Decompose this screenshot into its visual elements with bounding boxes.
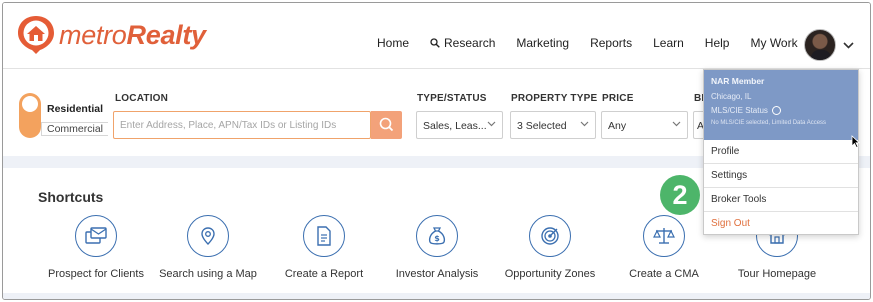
type-status-label: TYPE/STATUS — [417, 93, 487, 104]
brand-logo[interactable]: metroRealty — [17, 15, 206, 55]
price-label: PRICE — [602, 93, 634, 104]
svg-text:$: $ — [434, 234, 440, 243]
nav-learn[interactable]: Learn — [653, 36, 684, 50]
shortcut-label: Create a CMA — [629, 268, 699, 280]
map-pin-search-icon — [187, 215, 229, 257]
search-icon — [430, 38, 440, 48]
section-divider — [3, 293, 870, 299]
shortcut-label: Opportunity Zones — [504, 268, 596, 280]
mail-card-icon — [75, 215, 117, 257]
shortcut-label: Tour Homepage — [737, 268, 817, 280]
user-location: Chicago, IL — [711, 92, 752, 101]
mls-note: No MLS/CIE selected, Limited Data Access — [711, 120, 827, 126]
avatar[interactable] — [804, 29, 836, 61]
menu-item-broker-tools[interactable]: Broker Tools — [704, 188, 858, 212]
nav-marketing[interactable]: Marketing — [516, 36, 569, 50]
menu-item-sign-out[interactable]: Sign Out — [704, 212, 858, 236]
chevron-down-icon — [843, 41, 854, 49]
chevron-down-icon — [580, 121, 589, 127]
menu-item-settings[interactable]: Settings — [704, 164, 858, 188]
shortcut-label: Create a Report — [284, 268, 364, 280]
nav-research[interactable]: Research — [430, 36, 495, 50]
menu-item-profile[interactable]: Profile — [704, 140, 858, 164]
nav-reports[interactable]: Reports — [590, 36, 632, 50]
target-icon — [529, 215, 571, 257]
property-mode-labels: Residential Commercial — [41, 99, 109, 139]
status-circle-icon — [771, 106, 781, 115]
nav-home[interactable]: Home — [377, 36, 409, 50]
mls-status[interactable]: MLS/CIE Status — [711, 106, 851, 115]
scales-icon — [643, 215, 685, 257]
shortcuts-title: Shortcuts — [38, 189, 104, 205]
user-dropdown-menu: NAR Member Chicago, IL MLS/CIE Status No… — [703, 69, 859, 235]
step-number-badge: 2 — [660, 175, 700, 215]
search-icon — [379, 117, 394, 132]
chevron-down-icon — [672, 121, 681, 127]
nav-my-work[interactable]: My Work — [750, 36, 797, 50]
mode-residential[interactable]: Residential — [47, 99, 108, 119]
nav-help[interactable]: Help — [705, 36, 730, 50]
price-select[interactable]: Any — [601, 111, 688, 139]
mouse-cursor-icon — [851, 135, 860, 148]
user-menu-toggle[interactable] — [804, 29, 854, 61]
shortcut-opportunity-zones[interactable]: Opportunity Zones — [485, 215, 615, 280]
mode-commercial[interactable]: Commercial — [41, 122, 109, 136]
brand-name: metroRealty — [59, 19, 206, 50]
type-status-select[interactable]: Sales, Leas... — [416, 111, 503, 139]
user-info-panel: NAR Member Chicago, IL MLS/CIE Status No… — [704, 70, 858, 140]
property-type-select[interactable]: 3 Selected — [510, 111, 596, 139]
location-label: LOCATION — [115, 93, 169, 104]
money-bag-icon: $ — [416, 215, 458, 257]
shortcut-label: Investor Analysis — [395, 268, 479, 280]
shortcut-investor-analysis[interactable]: $ Investor Analysis — [372, 215, 502, 280]
top-header: metroRealty Home Research Marketing Repo… — [3, 3, 870, 69]
shortcut-search-using-a-map[interactable]: Search using a Map — [143, 215, 273, 280]
shortcut-prospect-for-clients[interactable]: Prospect for Clients — [31, 215, 161, 280]
shortcut-create-a-report[interactable]: Create a Report — [259, 215, 389, 280]
document-icon — [303, 215, 345, 257]
shortcut-label: Search using a Map — [159, 268, 257, 280]
main-nav: Home Research Marketing Reports Learn He… — [377, 36, 819, 50]
property-type-label: PROPERTY TYPE — [511, 93, 598, 104]
member-type: NAR Member — [711, 76, 765, 86]
location-search-button[interactable] — [371, 111, 402, 139]
house-logo-icon — [17, 15, 55, 55]
shortcut-label: Prospect for Clients — [48, 268, 144, 280]
chevron-down-icon — [487, 121, 496, 127]
property-mode-toggle[interactable] — [19, 93, 41, 138]
location-input[interactable]: Enter Address, Place, APN/Tax IDs or Lis… — [113, 111, 371, 139]
